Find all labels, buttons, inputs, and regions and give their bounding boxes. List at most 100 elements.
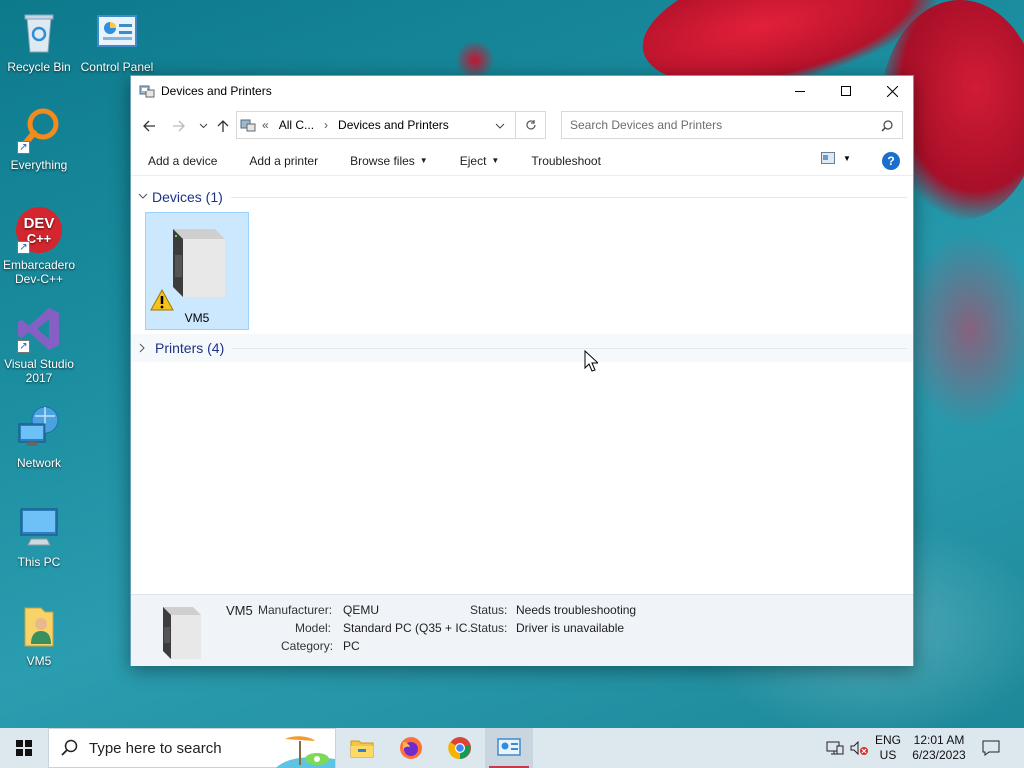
taskbar-firefox[interactable] <box>387 728 435 768</box>
desktop-icon-label: Network <box>16 456 61 470</box>
refresh-button[interactable] <box>516 111 546 139</box>
details-device-name: VM5 <box>226 603 253 618</box>
this-pc-icon <box>15 503 63 551</box>
breadcrumb-separator[interactable]: › <box>324 118 328 132</box>
back-arrow-icon <box>143 120 155 132</box>
close-button[interactable] <box>869 76 915 106</box>
device-tile-vm5[interactable]: VM5 <box>145 212 249 330</box>
add-device-button[interactable]: Add a device <box>131 154 232 168</box>
address-bar[interactable]: « All C... › Devices and Printers <box>236 111 516 139</box>
up-button[interactable] <box>211 114 235 138</box>
devices-printers-icon <box>240 119 256 132</box>
window-title: Devices and Printers <box>161 84 272 98</box>
eject-button[interactable]: Eject ▼ <box>443 154 515 168</box>
browse-files-button[interactable]: Browse files ▼ <box>333 154 443 168</box>
taskbar-search-placeholder[interactable]: Type here to search <box>89 740 222 757</box>
add-printer-label: Add a printer <box>249 153 319 168</box>
add-printer-button[interactable]: Add a printer <box>232 154 333 168</box>
search-icon <box>61 739 78 756</box>
tray-network[interactable] <box>824 728 846 768</box>
search-box[interactable]: Search Devices and Printers <box>561 111 903 139</box>
taskbar-search-box[interactable]: Type here to search <box>48 728 336 768</box>
printers-group-header[interactable]: Printers (4) <box>131 334 913 362</box>
help-icon[interactable]: ? <box>882 152 900 170</box>
desktop-icon-control-panel[interactable]: Control Panel <box>79 8 155 74</box>
taskbar-chrome[interactable] <box>436 728 484 768</box>
wallpaper-flower <box>900 230 1024 430</box>
clock-time: 12:01 AM <box>913 733 965 747</box>
desktop-icon-devcpp[interactable]: DEV C++ ↗ Embarcadero Dev-C++ <box>1 206 77 286</box>
devices-group-label: Devices (1) <box>152 189 223 205</box>
refresh-icon <box>525 120 536 130</box>
network-status-icon <box>826 741 844 755</box>
chevron-down-icon: ▼ <box>419 156 428 165</box>
recycle-bin-icon <box>15 8 63 56</box>
breadcrumb-overflow[interactable]: « <box>262 118 269 132</box>
tray-clock[interactable]: 12:01 AM 6/23/2023 <box>906 728 972 768</box>
desktop-icon-this-pc[interactable]: This PC <box>1 503 77 569</box>
status-label: Status: <box>470 621 508 635</box>
title-bar[interactable]: Devices and Printers <box>131 76 913 106</box>
browse-files-label: Browse files <box>350 153 415 168</box>
chevron-right-icon <box>139 343 145 353</box>
command-bar: Add a device Add a printer Browse files ▼… <box>131 146 913 176</box>
category-value: PC <box>343 639 360 653</box>
troubleshoot-label: Troubleshoot <box>531 153 601 168</box>
group-divider <box>232 347 907 349</box>
chevron-down-icon: ▼ <box>491 156 500 165</box>
tray-language[interactable]: ENG US <box>872 728 904 768</box>
search-icon[interactable] <box>881 120 893 132</box>
address-row: « All C... › Devices and Printers Search… <box>131 106 913 146</box>
tray-volume[interactable] <box>848 728 870 768</box>
category-label: Category: <box>281 639 334 653</box>
search-placeholder[interactable]: Search Devices and Printers <box>570 118 722 132</box>
device-name-label: VM5 <box>184 311 210 325</box>
clock-date: 6/23/2023 <box>912 748 966 762</box>
desktop-icon-network[interactable]: Network <box>1 404 77 470</box>
user-folder-icon <box>15 602 63 650</box>
devices-and-printers-window: Devices and Printers « All C... › Device… <box>130 75 914 666</box>
search-highlight-beach-icon <box>276 736 335 768</box>
manufacturer-label: Manufacturer: <box>258 603 333 617</box>
shortcut-arrow-icon: ↗ <box>17 340 30 353</box>
devices-printers-icon <box>139 85 155 98</box>
visual-studio-icon: ↗ <box>15 305 63 353</box>
everything-search-icon: ↗ <box>15 106 63 154</box>
desktop-icon-visual-studio[interactable]: ↗ Visual Studio 2017 <box>1 305 77 385</box>
change-view-button[interactable]: ▼ <box>821 152 851 164</box>
model-value: Standard PC (Q35 + IC... <box>343 621 478 635</box>
close-icon <box>886 85 898 97</box>
desktop-icon-vm5[interactable]: VM5 <box>1 602 77 668</box>
firefox-icon <box>400 737 422 759</box>
windows-logo-icon <box>16 740 32 756</box>
desktop-icon-label: Embarcadero Dev-C++ <box>2 258 76 286</box>
back-button[interactable] <box>137 114 161 138</box>
chevron-down-icon <box>199 123 207 129</box>
action-center-button[interactable] <box>976 728 1006 768</box>
breadcrumb-devices-and-printers[interactable]: Devices and Printers <box>338 118 449 132</box>
group-divider <box>230 196 907 198</box>
shortcut-arrow-icon: ↗ <box>17 241 30 254</box>
keyboard-layout: US <box>879 748 897 762</box>
manufacturer-value: QEMU <box>343 603 379 617</box>
desktop-icon-label: Control Panel <box>80 60 154 74</box>
troubleshoot-button[interactable]: Troubleshoot <box>514 154 616 168</box>
mouse-cursor-icon <box>584 350 598 372</box>
printers-group-label: Printers (4) <box>155 340 225 356</box>
taskbar-control-panel[interactable] <box>485 728 533 768</box>
devcpp-icon: DEV C++ ↗ <box>15 206 63 254</box>
eject-label: Eject <box>459 153 487 168</box>
maximize-button[interactable] <box>823 76 869 106</box>
devices-group-header[interactable]: Devices (1) <box>131 187 913 207</box>
status-value: Driver is unavailable <box>516 621 625 635</box>
desktop-icon-everything[interactable]: ↗ Everything <box>1 106 77 172</box>
breadcrumb-all-control-panel[interactable]: All C... <box>279 118 314 132</box>
add-device-label: Add a device <box>148 153 218 168</box>
forward-button[interactable] <box>167 114 191 138</box>
desktop-icon-label: Everything <box>10 158 68 172</box>
taskbar-file-explorer[interactable] <box>338 728 386 768</box>
minimize-button[interactable] <box>777 76 823 106</box>
desktop-icon-recycle-bin[interactable]: Recycle Bin <box>1 8 77 74</box>
chevron-down-icon[interactable] <box>495 123 505 129</box>
start-button[interactable] <box>0 728 48 768</box>
